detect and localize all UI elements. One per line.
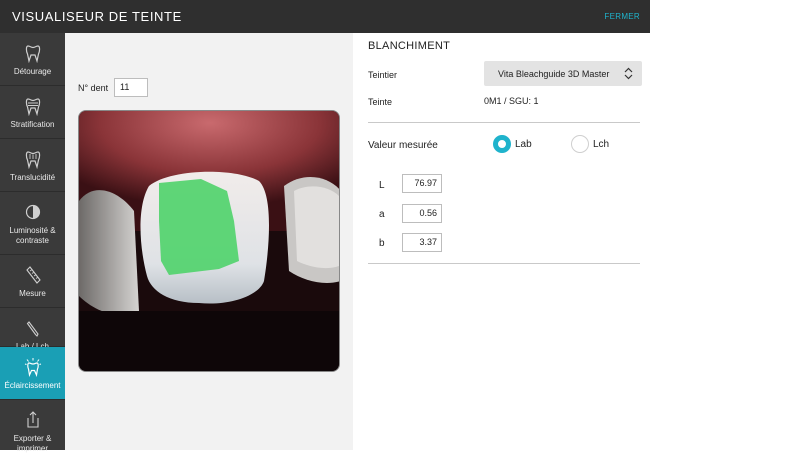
sidebar: Détourage Stratification Translucidité L… bbox=[0, 33, 65, 453]
lab-l-label: L bbox=[379, 180, 385, 191]
sidebar-item-luminosite[interactable]: Luminosité & contraste bbox=[0, 192, 65, 255]
sidebar-item-translucidite[interactable]: Translucidité bbox=[0, 139, 65, 192]
close-button[interactable]: FERMER bbox=[604, 12, 640, 21]
sidebar-item-lab-lch[interactable]: Lab / Lch bbox=[0, 308, 65, 351]
lab-l-value[interactable]: 76.97 bbox=[402, 174, 442, 193]
lab-b-label: b bbox=[379, 238, 385, 249]
shade-guide-value: Vita Bleachguide 3D Master bbox=[498, 68, 610, 79]
tooth-icon bbox=[24, 43, 42, 63]
settings-panel: BLANCHIMENT Teintier Vita Bleachguide 3D… bbox=[353, 33, 650, 450]
tooth-number-input[interactable]: 11 bbox=[114, 78, 148, 97]
sidebar-item-label: Éclaircissement bbox=[4, 381, 61, 390]
contrast-icon bbox=[24, 202, 42, 222]
select-arrows-icon bbox=[624, 67, 633, 80]
tooth-number-label: N° dent bbox=[78, 83, 109, 93]
sidebar-item-eclaircissement[interactable]: Éclaircissement bbox=[0, 347, 65, 400]
radio-lch-indicator bbox=[571, 135, 589, 153]
measurement-overlay bbox=[159, 179, 239, 275]
teintier-label: Teintier bbox=[368, 70, 398, 80]
sidebar-item-label: Translucidité bbox=[9, 173, 56, 182]
sidebar-item-label: Exporter & imprimer bbox=[13, 434, 52, 453]
tooth-image bbox=[79, 111, 339, 371]
lab-a-value[interactable]: 0.56 bbox=[402, 204, 442, 223]
teinte-label: Teinte bbox=[368, 97, 393, 107]
tooth-sparkle-icon bbox=[24, 357, 42, 377]
shade-viewer-window: VISUALISEUR DE TEINTE FERMER Détourage S… bbox=[0, 0, 650, 453]
top-bar: VISUALISEUR DE TEINTE FERMER bbox=[0, 0, 650, 33]
sidebar-item-label: Stratification bbox=[10, 120, 55, 129]
app-title: VISUALISEUR DE TEINTE bbox=[12, 9, 182, 24]
measured-value-label: Valeur mesurée bbox=[368, 140, 438, 151]
radio-lch[interactable]: Lch bbox=[571, 135, 609, 153]
sidebar-item-exporter[interactable]: Exporter & imprimer bbox=[0, 400, 65, 453]
radio-lab-label: Lab bbox=[515, 138, 532, 150]
radio-lab-indicator bbox=[493, 135, 511, 153]
lab-a-label: a bbox=[379, 209, 385, 220]
section-title: BLANCHIMENT bbox=[368, 40, 451, 52]
radio-lch-label: Lch bbox=[593, 138, 610, 150]
divider bbox=[368, 263, 640, 264]
divider bbox=[368, 122, 640, 123]
tooth-layers-icon bbox=[24, 96, 42, 116]
radio-lab[interactable]: Lab bbox=[493, 135, 532, 153]
shade-guide-select[interactable]: Vita Bleachguide 3D Master bbox=[484, 61, 642, 86]
sidebar-item-label: Mesure bbox=[19, 289, 46, 298]
sidebar-item-mesure[interactable]: Mesure bbox=[0, 255, 65, 308]
sidebar-item-label: Luminosité & contraste bbox=[9, 226, 56, 245]
ruler-icon bbox=[24, 265, 42, 285]
pen-icon bbox=[24, 318, 42, 338]
tooth-translucency-icon bbox=[24, 149, 42, 169]
teinte-value: 0M1 / SGU: 1 bbox=[484, 96, 539, 106]
tooth-photo bbox=[78, 110, 340, 372]
sidebar-item-detourage[interactable]: Détourage bbox=[0, 33, 65, 86]
sidebar-item-label: Détourage bbox=[13, 67, 52, 76]
image-panel: N° dent 11 bbox=[65, 33, 353, 450]
sidebar-item-stratification[interactable]: Stratification bbox=[0, 86, 65, 139]
lab-b-value[interactable]: 3.37 bbox=[402, 233, 442, 252]
share-icon bbox=[24, 410, 42, 430]
